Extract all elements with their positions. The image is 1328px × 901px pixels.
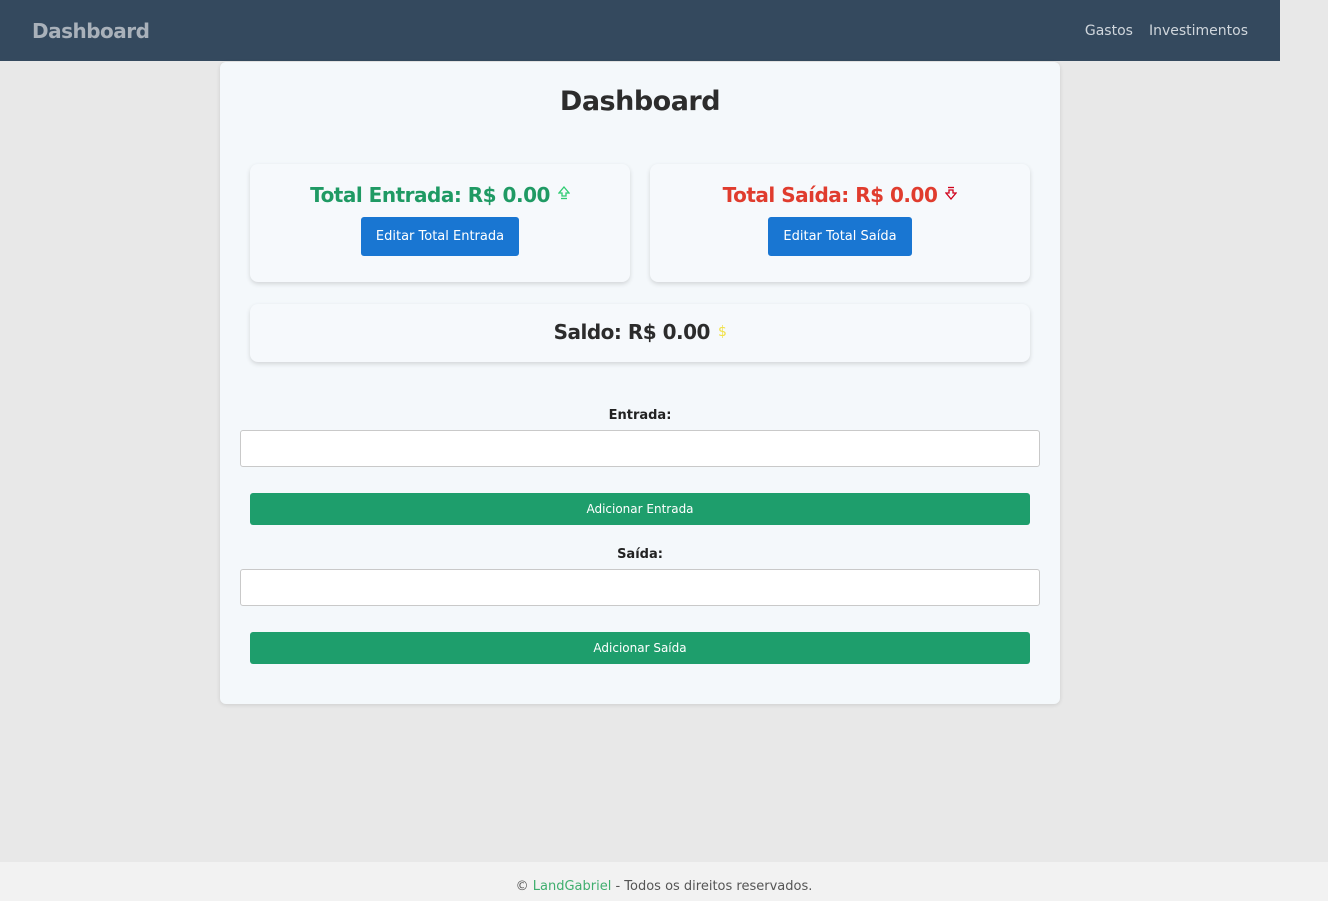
add-saida-button[interactable]: Adicionar Saída	[250, 632, 1030, 664]
brand-link[interactable]: Dashboard	[32, 19, 150, 43]
total-entrada-label: Total Entrada: R$ 0.00	[310, 183, 550, 207]
total-saida-box: Total Saída: R$ 0.00 Editar Total Saída	[650, 164, 1030, 282]
dashboard-card: Dashboard Total Entrada: R$ 0.00 Editar …	[220, 62, 1060, 704]
arrow-up-icon	[557, 185, 571, 204]
page-title: Dashboard	[559, 86, 721, 117]
saldo-box: Saldo: R$ 0.00 $	[250, 304, 1030, 362]
saldo-label: Saldo: R$ 0.00	[553, 320, 711, 344]
top-navbar: Dashboard Gastos Investimentos	[0, 0, 1280, 61]
edit-total-saida-button[interactable]: Editar Total Saída	[768, 217, 912, 256]
total-saida-row: Total Saída: R$ 0.00	[650, 183, 1030, 207]
add-entrada-button[interactable]: Adicionar Entrada	[250, 493, 1030, 525]
edit-total-entrada-button[interactable]: Editar Total Entrada	[360, 217, 520, 256]
arrow-down-icon	[944, 186, 958, 204]
saida-input[interactable]	[240, 569, 1040, 606]
entrada-input[interactable]	[240, 430, 1040, 467]
saida-label: Saída:	[617, 547, 663, 562]
nav-links: Gastos Investimentos	[1085, 23, 1248, 39]
footer-text: - Todos os direitos reservados.	[615, 879, 813, 894]
entrada-label: Entrada:	[608, 408, 672, 423]
copyright-symbol: ©	[515, 879, 529, 894]
nav-link-investimentos[interactable]: Investimentos	[1149, 23, 1248, 39]
total-entrada-box: Total Entrada: R$ 0.00 Editar Total Entr…	[250, 164, 630, 282]
dollar-icon: $	[717, 324, 727, 340]
footer-author-link[interactable]: LandGabriel	[533, 879, 612, 894]
saldo-row: Saldo: R$ 0.00 $	[250, 320, 1030, 344]
total-entrada-row: Total Entrada: R$ 0.00	[250, 183, 630, 207]
page-footer: © LandGabriel - Todos os direitos reserv…	[0, 862, 1328, 901]
total-saida-label: Total Saída: R$ 0.00	[722, 183, 938, 207]
nav-link-gastos[interactable]: Gastos	[1085, 23, 1133, 39]
